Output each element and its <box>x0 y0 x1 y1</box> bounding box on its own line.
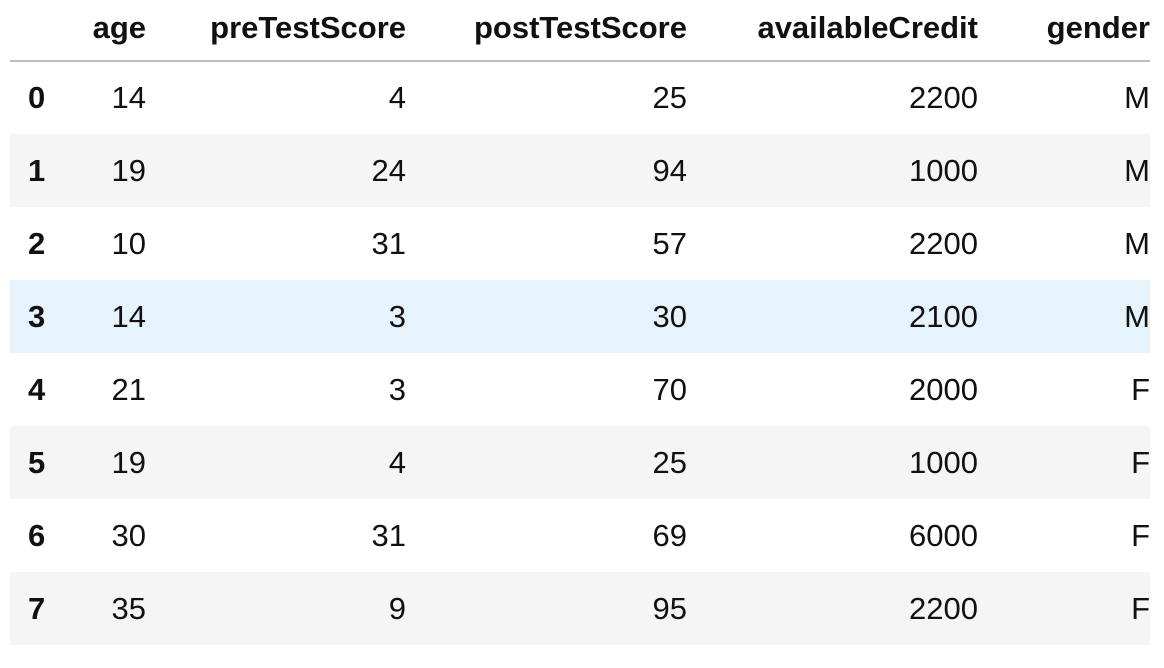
column-header-availablecredit: availableCredit <box>687 0 978 62</box>
cell-age: 14 <box>111 298 146 334</box>
cell-posttestscore: 57 <box>652 225 687 261</box>
row-index: 2 <box>28 225 46 261</box>
table-row: 3 14 3 30 2100 M <box>10 280 1150 353</box>
table-row: 1 19 24 94 1000 M <box>10 134 1150 207</box>
table-header: age preTestScore postTestScore available… <box>10 0 1150 62</box>
cell-gender: F <box>1131 371 1150 407</box>
cell-age: 19 <box>111 152 146 188</box>
cell-pretestscore: 3 <box>388 371 406 407</box>
cell-availablecredit: 2000 <box>909 371 978 407</box>
column-header-age: age <box>68 0 146 62</box>
cell-availablecredit: 1000 <box>909 152 978 188</box>
table-row: 6 30 31 69 6000 F <box>10 499 1150 572</box>
row-index: 0 <box>28 80 46 115</box>
column-header-pretestscore: preTestScore <box>146 0 406 62</box>
cell-pretestscore: 3 <box>388 298 406 334</box>
cell-pretestscore: 9 <box>388 590 406 626</box>
row-index: 6 <box>28 517 46 553</box>
cell-pretestscore: 4 <box>388 444 406 480</box>
cell-pretestscore: 4 <box>388 80 406 115</box>
cell-posttestscore: 25 <box>652 80 687 115</box>
row-index: 3 <box>28 298 46 334</box>
row-index: 1 <box>28 152 46 188</box>
cell-age: 19 <box>111 444 146 480</box>
cell-availablecredit: 1000 <box>909 444 978 480</box>
cell-gender: M <box>1124 298 1150 334</box>
cell-posttestscore: 25 <box>652 444 687 480</box>
column-header-posttestscore: postTestScore <box>406 0 687 62</box>
cell-age: 14 <box>111 80 146 115</box>
cell-age: 21 <box>111 371 146 407</box>
row-index: 5 <box>28 444 46 480</box>
table-row: 7 35 9 95 2200 F <box>10 572 1150 645</box>
row-index: 7 <box>28 590 46 626</box>
cell-availablecredit: 2200 <box>909 225 978 261</box>
cell-gender: M <box>1124 225 1150 261</box>
cell-pretestscore: 31 <box>371 225 406 261</box>
table-row: 2 10 31 57 2200 M <box>10 207 1150 280</box>
cell-availablecredit: 2200 <box>909 590 978 626</box>
dataframe-container: age preTestScore postTestScore available… <box>10 0 1150 645</box>
table-row: 5 19 4 25 1000 F <box>10 426 1150 499</box>
cell-gender: M <box>1124 80 1150 115</box>
cell-availablecredit: 2200 <box>909 80 978 115</box>
cell-pretestscore: 24 <box>371 152 406 188</box>
column-header-gender: gender <box>978 0 1150 62</box>
cell-availablecredit: 2100 <box>909 298 978 334</box>
cell-posttestscore: 69 <box>652 517 687 553</box>
cell-availablecredit: 6000 <box>909 517 978 553</box>
table-body: 0 14 4 25 2200 M 1 19 24 94 1000 M 2 10 31 57 2200 M 3 14 3 3… <box>10 61 1150 645</box>
cell-posttestscore: 70 <box>652 371 687 407</box>
cell-gender: F <box>1131 590 1150 626</box>
cell-gender: M <box>1124 152 1150 188</box>
cell-gender: F <box>1131 517 1150 553</box>
cell-posttestscore: 95 <box>652 590 687 626</box>
cell-posttestscore: 94 <box>652 152 687 188</box>
header-row: age preTestScore postTestScore available… <box>10 0 1150 62</box>
index-header <box>10 0 68 62</box>
cell-posttestscore: 30 <box>652 298 687 334</box>
row-index: 4 <box>28 371 46 407</box>
table-row: 0 14 4 25 2200 M <box>10 61 1150 134</box>
table-row: 4 21 3 70 2000 F <box>10 353 1150 426</box>
cell-age: 30 <box>111 517 146 553</box>
cell-gender: F <box>1131 444 1150 480</box>
cell-age: 35 <box>111 590 146 626</box>
cell-age: 10 <box>111 225 146 261</box>
dataframe-table: age preTestScore postTestScore available… <box>10 0 1150 645</box>
cell-pretestscore: 31 <box>371 517 406 553</box>
